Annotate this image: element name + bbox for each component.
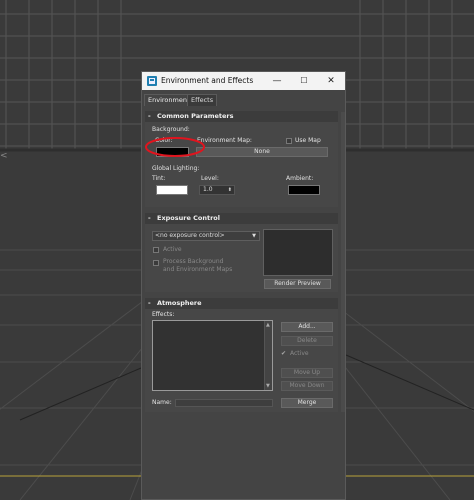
common-parameters-rollout: - Common Parameters Background: Color: E…	[145, 111, 338, 207]
global-lighting-label: Global Lighting:	[152, 165, 200, 172]
atmosphere-rollout: - Atmosphere Effects: ▲ ▼ Add... Delete …	[145, 298, 338, 412]
process-background-label: Process Background	[163, 258, 224, 265]
move-up-button[interactable]: Move Up	[281, 368, 333, 378]
exposure-control-rollout: - Exposure Control <no exposure control>…	[145, 213, 338, 292]
collapse-icon: -	[148, 214, 151, 222]
process-background-label-2: and Environment Maps	[163, 266, 233, 273]
tab-effects[interactable]: Effects	[187, 94, 218, 106]
rollout-title: Exposure Control	[157, 214, 220, 222]
chevron-down-icon: ▼	[252, 233, 256, 239]
level-spinner[interactable]: 1.0 ⬍	[199, 185, 235, 195]
atmosphere-header[interactable]: - Atmosphere	[145, 298, 338, 309]
annotation-circle	[145, 137, 205, 157]
level-label: Level:	[201, 175, 219, 182]
collapse-icon: -	[148, 112, 151, 120]
use-map-label: Use Map	[295, 137, 321, 144]
use-map-checkbox[interactable]	[286, 138, 292, 144]
add-effect-button[interactable]: Add...	[281, 322, 333, 332]
move-down-button[interactable]: Move Down	[281, 381, 333, 391]
atmosphere-active-label: Active	[290, 350, 309, 357]
app-icon	[147, 76, 157, 86]
tint-label: Tint:	[152, 175, 166, 182]
active-checkmark-icon[interactable]: ✔	[281, 350, 286, 357]
exposure-control-dropdown[interactable]: <no exposure control> ▼	[152, 231, 260, 241]
rollout-title: Common Parameters	[157, 112, 234, 120]
environment-map-button[interactable]: None	[196, 147, 328, 157]
common-parameters-header[interactable]: - Common Parameters	[145, 111, 338, 122]
merge-button[interactable]: Merge	[281, 398, 333, 408]
level-value: 1.0	[203, 186, 213, 193]
delete-effect-button[interactable]: Delete	[281, 336, 333, 346]
title-bar[interactable]: Environment and Effects — ☐ ✕	[142, 72, 345, 90]
ambient-color-swatch[interactable]	[288, 185, 320, 195]
scroll-down-icon[interactable]: ▼	[266, 383, 270, 389]
effect-name-field[interactable]	[175, 399, 273, 407]
rollout-title: Atmosphere	[157, 299, 202, 307]
effects-list[interactable]: ▲ ▼	[152, 320, 273, 391]
close-button[interactable]: ✕	[320, 74, 342, 88]
exposure-active-label: Active	[163, 246, 182, 253]
collapse-icon: -	[148, 299, 151, 307]
exposure-preview-window	[263, 229, 333, 276]
spinner-arrows-icon[interactable]: ⬍	[228, 186, 232, 194]
scroll-up-icon[interactable]: ▲	[266, 322, 270, 328]
dropdown-value: <no exposure control>	[155, 232, 225, 239]
tint-color-swatch[interactable]	[156, 185, 188, 195]
effects-list-scrollbar[interactable]: ▲ ▼	[264, 321, 272, 390]
exposure-active-checkbox[interactable]	[153, 247, 159, 253]
process-background-checkbox[interactable]	[153, 260, 159, 266]
panel-scrollbar[interactable]	[341, 112, 345, 412]
name-label: Name:	[152, 399, 172, 406]
svg-text:<: <	[0, 151, 8, 161]
maximize-button[interactable]: ☐	[293, 74, 315, 88]
background-label: Background:	[152, 126, 190, 133]
effects-label: Effects:	[152, 311, 175, 318]
minimize-button[interactable]: —	[266, 74, 288, 88]
exposure-control-header[interactable]: - Exposure Control	[145, 213, 338, 224]
ambient-label: Ambient:	[286, 175, 314, 182]
render-preview-button[interactable]: Render Preview	[264, 279, 331, 289]
window-title: Environment and Effects	[161, 76, 254, 85]
